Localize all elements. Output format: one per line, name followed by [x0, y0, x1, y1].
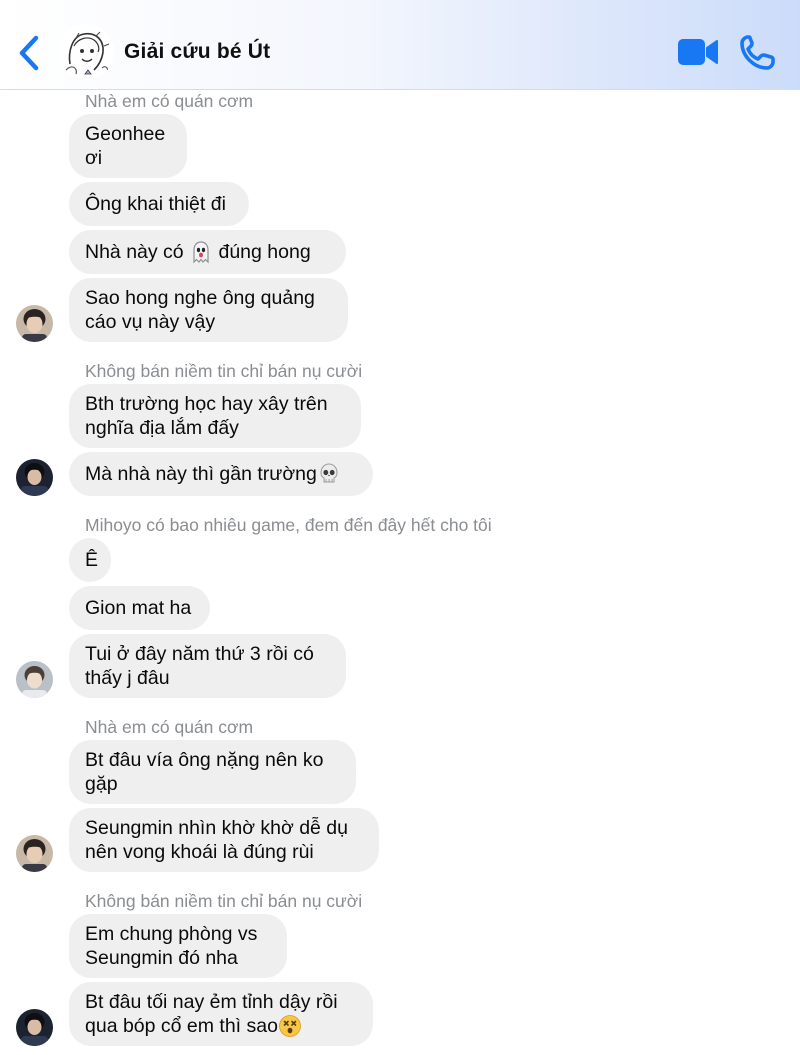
sender-name: Mihoyo có bao nhiêu game, đem đến đây hế… [85, 515, 492, 535]
sender-avatar[interactable] [16, 835, 53, 872]
message-bubble[interactable]: Ê [69, 538, 111, 582]
message-text: Seungmin đó nha [85, 947, 238, 969]
message-text: thấy j đâu [85, 667, 170, 689]
message-text: Bt đâu vía ông nặng nên ko [85, 749, 324, 771]
message-text: Geonhee [85, 123, 166, 145]
message-bubble[interactable]: Geonhee ơi [69, 114, 187, 178]
message-text: Ông khai thiệt đi [85, 193, 226, 215]
message-bubble[interactable]: Nhà này có đúng hong [69, 230, 346, 274]
sender-name: Không bán niềm tin chỉ bán nụ cười [85, 891, 363, 911]
message-text: nghĩa địa lắm đấy [85, 417, 239, 439]
profile-photo-icon [16, 835, 53, 872]
message-text: Nhà này có đúng hong [85, 240, 330, 265]
sender-avatar[interactable] [16, 305, 53, 342]
profile-photo-icon [16, 459, 53, 496]
video-camera-icon [678, 39, 718, 65]
group-avatar[interactable] [58, 24, 114, 80]
message-text: Seungmin nhìn khờ khờ dễ dụ [85, 817, 348, 839]
sender-avatar[interactable] [16, 1009, 53, 1046]
message-bubble[interactable]: Bt đâu tối nay ẻm tỉnh dậy rồi qua bóp c… [69, 982, 373, 1046]
message-bubble[interactable]: Seungmin nhìn khờ khờ dễ dụ nên vong kho… [69, 808, 379, 872]
ghost-emoji [193, 241, 209, 264]
message-text: Bth trường học hay xây trên [85, 393, 328, 415]
sender-name: Không bán niềm tin chỉ bán nụ cười [85, 361, 363, 381]
message-text: gặp [85, 773, 118, 795]
message-text: Mà nhà này thì gần trường [85, 462, 357, 487]
message-text-part: Mà nhà này thì gần trường [85, 462, 317, 485]
sender-name: Nhà em có quán cơm [85, 91, 254, 111]
message-bubble[interactable]: Ông khai thiệt đi [69, 182, 249, 226]
message-text: ơi [85, 147, 103, 169]
message-bubble[interactable]: Sao hong nghe ông quảng cáo vụ này vậy [69, 278, 348, 342]
message-text: qua bóp cổ em thì sao [85, 1014, 357, 1039]
message-text: Ê [85, 549, 99, 571]
chevron-left-icon [19, 35, 39, 71]
profile-photo-icon [16, 305, 53, 342]
message-text: Tui ở đây năm thứ 3 rồi có [85, 643, 314, 665]
message-bubble[interactable]: Tui ở đây năm thứ 3 rồi có thấy j đâu [69, 634, 346, 698]
message-bubble[interactable]: Bt đâu vía ông nặng nên ko gặp [69, 740, 356, 804]
message-text: Bt đâu tối nay ẻm tỉnh dậy rồi [85, 990, 338, 1013]
dizzy-face-emoji [279, 1015, 301, 1038]
message-bubble[interactable]: Gion mat ha [69, 586, 210, 630]
video-call-button[interactable] [676, 36, 720, 68]
message-text: Sao hong nghe ông quảng [85, 287, 315, 309]
sender-avatar[interactable] [16, 661, 53, 698]
message-bubble[interactable]: Mà nhà này thì gần trường [69, 452, 373, 496]
sender-name: Nhà em có quán cơm [85, 717, 254, 737]
message-text: Gion mat ha [85, 597, 192, 619]
voice-call-button[interactable] [738, 34, 778, 72]
back-button[interactable] [14, 33, 46, 73]
phone-icon [740, 35, 775, 70]
sketch-avatar-icon [59, 25, 113, 79]
sender-avatar[interactable] [16, 459, 53, 496]
message-bubble[interactable]: Em chung phòng vs Seungmin đó nha [69, 914, 287, 978]
profile-photo-icon [16, 661, 53, 698]
message-text: nên vong khoái là đúng rùi [85, 841, 314, 863]
chat-title[interactable]: Giải cứu bé Út [124, 40, 270, 64]
message-text: Em chung phòng vs [85, 923, 258, 945]
message-text-part: Nhà này có [85, 240, 190, 263]
message-text-part: đúng hong [213, 240, 311, 263]
message-text-part: qua bóp cổ em thì sao [85, 1014, 278, 1037]
chat-header: Giải cứu bé Út [0, 0, 800, 90]
message-bubble[interactable]: Bth trường học hay xây trên nghĩa địa lắ… [69, 384, 361, 448]
message-text: cáo vụ này vậy [85, 311, 216, 333]
skull-emoji [320, 463, 338, 483]
profile-photo-icon [16, 1009, 53, 1046]
